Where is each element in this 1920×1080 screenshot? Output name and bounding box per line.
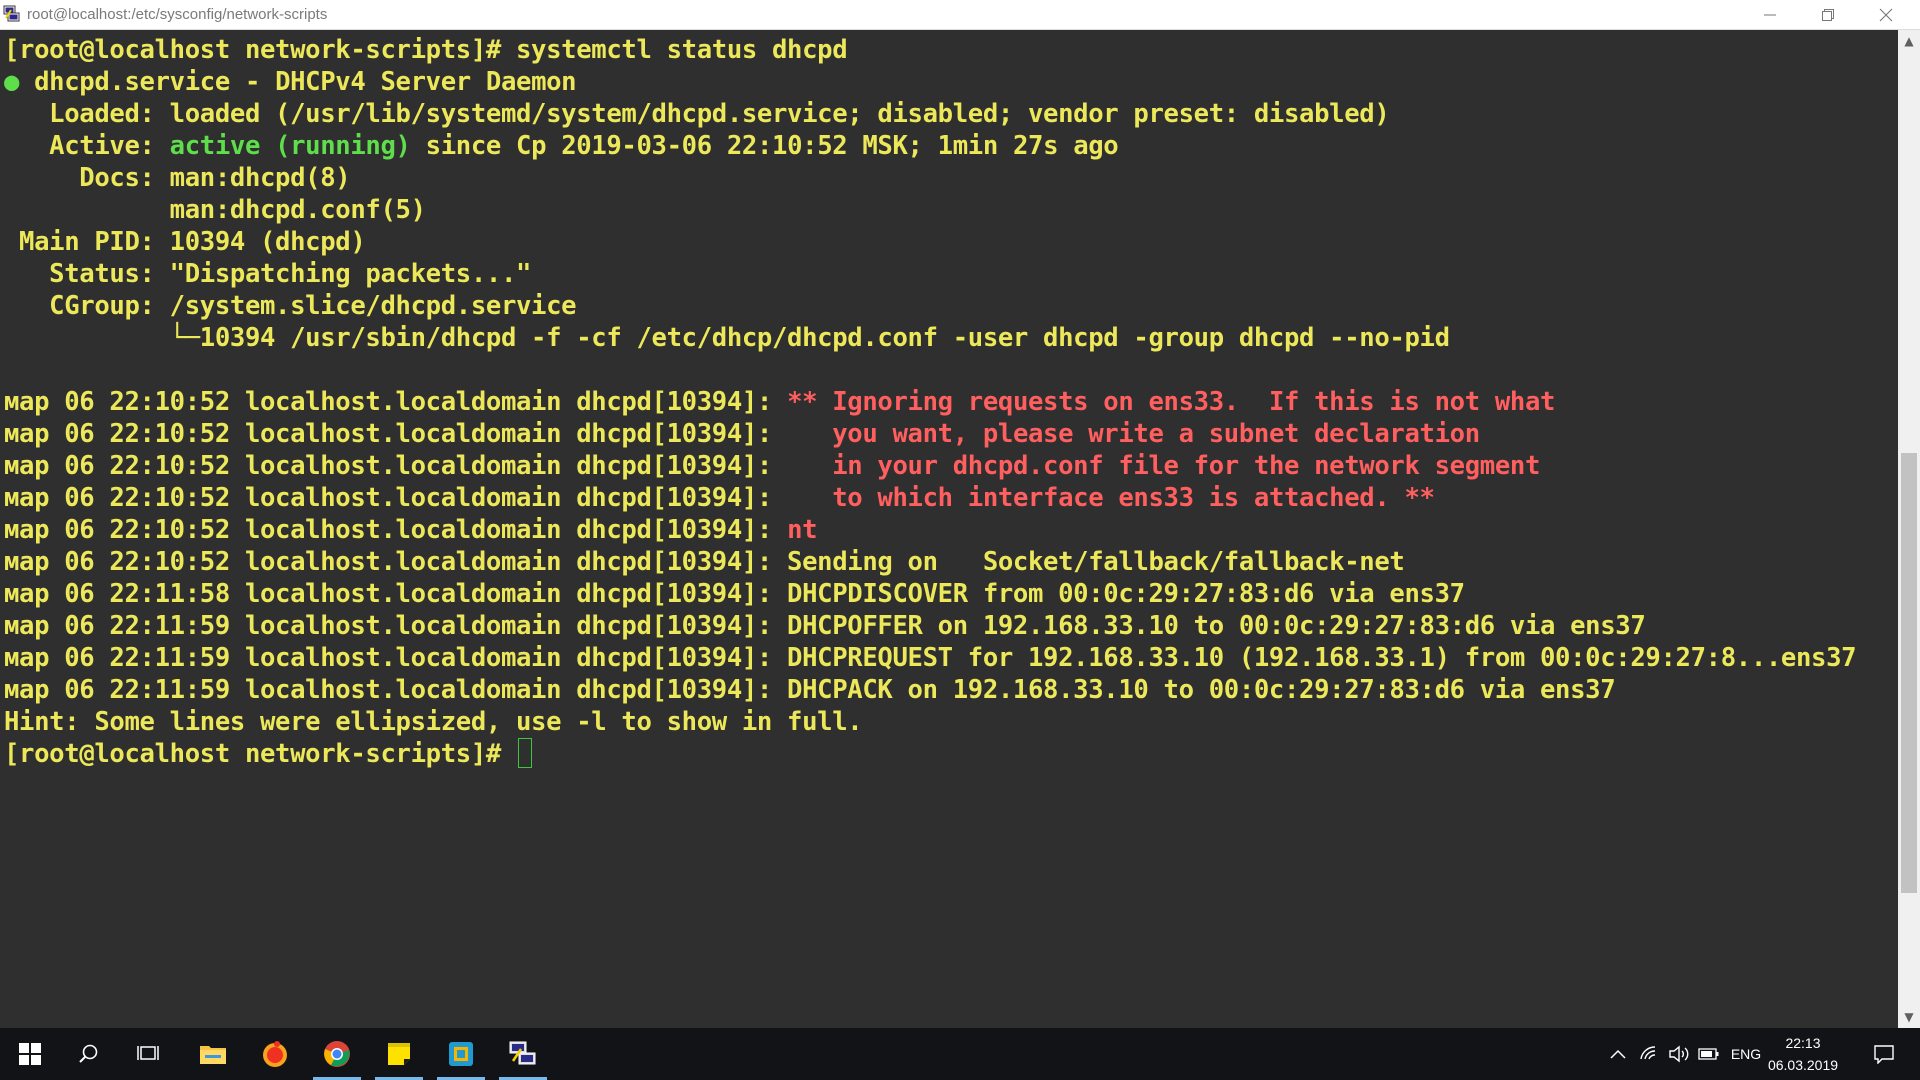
- terminal-line: мар 06 22:10:52 localhost.localdomain dh…: [4, 386, 1555, 418]
- terminal-line: Hint: Some lines were ellipsized, use -l…: [4, 706, 863, 738]
- terminal-text-segment: Loaded: loaded (/usr/lib/systemd/system/…: [4, 99, 1390, 129]
- terminal-line: Loaded: loaded (/usr/lib/systemd/system/…: [4, 98, 1390, 130]
- terminal-text-segment: [root@localhost network-scripts]#: [4, 739, 516, 769]
- terminal-line: [root@localhost network-scripts]# system…: [4, 34, 848, 66]
- terminal-text-segment: мар 06 22:11:59 localhost.localdomain dh…: [4, 675, 1616, 705]
- terminal-line: мар 06 22:10:52 localhost.localdomain dh…: [4, 546, 1405, 578]
- scrollbar-thumb[interactable]: [1901, 452, 1917, 893]
- terminal-text-segment: ●: [4, 67, 35, 97]
- terminal-line: мар 06 22:11:59 localhost.localdomain dh…: [4, 642, 1857, 674]
- terminal-line: мар 06 22:10:52 localhost.localdomain dh…: [4, 482, 1435, 514]
- terminal-line: Main PID: 10394 (dhcpd): [4, 226, 366, 258]
- terminal-text-segment: ** Ignoring requests on ens33. If this i…: [787, 387, 1556, 417]
- clock-time: 22:13: [1785, 1035, 1821, 1051]
- terminal-text-segment: мар 06 22:10:52 localhost.localdomain dh…: [4, 515, 788, 545]
- terminal-line: man:dhcpd.conf(5): [4, 194, 426, 226]
- sticky-notes-icon[interactable]: [371, 1028, 427, 1080]
- restore-button[interactable]: [1799, 0, 1857, 29]
- terminal-line: мар 06 22:10:52 localhost.localdomain dh…: [4, 418, 1480, 450]
- clock[interactable]: 22:13 06.03.2019: [1758, 1032, 1848, 1076]
- terminal-text-segment: you want, please write a subnet declarat…: [787, 419, 1480, 449]
- terminal-text-segment: Active:: [4, 131, 170, 161]
- battery-icon[interactable]: [1694, 1028, 1724, 1080]
- terminal-text-segment: мар 06 22:10:52 localhost.localdomain dh…: [4, 387, 788, 417]
- windows-start-icon[interactable]: [2, 1028, 58, 1080]
- terminal-line: мар 06 22:10:52 localhost.localdomain dh…: [4, 450, 1540, 482]
- terminal-line: └─10394 /usr/sbin/dhcpd -f -cf /etc/dhcp…: [4, 322, 1450, 354]
- window-title-bar[interactable]: root@localhost:/etc/sysconfig/network-sc…: [0, 0, 1920, 30]
- terminal-text-segment: CGroup: /system.slice/dhcpd.service: [4, 291, 577, 321]
- terminal-text-segment: to which interface ens33 is attached. **: [787, 483, 1435, 513]
- terminal-text-segment: man:dhcpd.conf(5): [4, 195, 426, 225]
- terminal-output[interactable]: [root@localhost network-scripts]# system…: [0, 30, 1898, 1028]
- close-button[interactable]: [1857, 0, 1915, 29]
- terminal-text-segment: in your dhcpd.conf file for the network …: [787, 451, 1540, 481]
- minimize-button[interactable]: [1741, 0, 1799, 29]
- scroll-down-icon[interactable]: ▼: [1898, 1006, 1920, 1028]
- terminal-line: Active: active (running) since Ср 2019-0…: [4, 130, 1119, 162]
- terminal-text-segment: └─10394 /usr/sbin/dhcpd -f -cf /etc/dhcp…: [4, 323, 1450, 353]
- terminal-text-segment: мар 06 22:10:52 localhost.localdomain dh…: [4, 451, 788, 481]
- terminal-line: ● dhcpd.service - DHCPv4 Server Daemon: [4, 66, 577, 98]
- clock-date: 06.03.2019: [1767, 1057, 1839, 1073]
- vertical-scrollbar[interactable]: ▲ ▼: [1898, 30, 1920, 1028]
- putty-app-icon[interactable]: [3, 5, 21, 23]
- vmware-icon[interactable]: [433, 1028, 489, 1080]
- terminal-text-segment: since Ср 2019-03-06 22:10:52 MSK; 1min 2…: [410, 131, 1119, 161]
- chrome-icon[interactable]: [309, 1028, 365, 1080]
- window-title: root@localhost:/etc/sysconfig/network-sc…: [27, 6, 328, 23]
- terminal-text-segment: мар 06 22:11:58 localhost.localdomain dh…: [4, 579, 1465, 609]
- terminal-line: CGroup: /system.slice/dhcpd.service: [4, 290, 576, 322]
- terminal-text-segment: nt: [787, 515, 818, 545]
- wifi-icon[interactable]: [1634, 1028, 1664, 1080]
- minimize-icon: [1764, 14, 1776, 15]
- terminal-line: мар 06 22:10:52 localhost.localdomain dh…: [4, 514, 818, 546]
- terminal-cursor: [518, 738, 532, 768]
- terminal-line: Status: "Dispatching packets...": [4, 258, 531, 290]
- terminal-text-segment: Status: "Dispatching packets...": [4, 259, 532, 289]
- terminal-line: мар 06 22:11:58 localhost.localdomain dh…: [4, 578, 1465, 610]
- terminal-text-segment: [root@localhost network-scripts]# system…: [4, 35, 848, 65]
- terminal-text-segment: мар 06 22:10:52 localhost.localdomain dh…: [4, 547, 1405, 577]
- terminal-text-segment: мар 06 22:11:59 localhost.localdomain dh…: [4, 643, 1857, 673]
- scroll-up-icon[interactable]: ▲: [1898, 30, 1920, 52]
- terminal-text-segment: мар 06 22:10:52 localhost.localdomain dh…: [4, 483, 788, 513]
- taskbar: ENG 22:13 06.03.2019: [0, 1028, 1920, 1080]
- show-hidden-icons-icon[interactable]: [1604, 1028, 1632, 1080]
- terminal-text-segment: Hint: Some lines were ellipsized, use -l…: [4, 707, 863, 737]
- terminal-line: [root@localhost network-scripts]#: [4, 738, 532, 770]
- file-explorer-icon[interactable]: [185, 1028, 241, 1080]
- volume-icon[interactable]: [1664, 1028, 1694, 1080]
- terminal-line: Docs: man:dhcpd(8): [4, 162, 350, 194]
- terminal-line: мар 06 22:11:59 localhost.localdomain dh…: [4, 674, 1616, 706]
- putty-icon[interactable]: [495, 1028, 551, 1080]
- yandex-browser-icon[interactable]: [247, 1028, 303, 1080]
- terminal-text-segment: dhcpd.service - DHCPv4 Server Daemon: [34, 67, 577, 97]
- task-view-icon[interactable]: [121, 1028, 177, 1080]
- terminal-text-segment: active (running): [169, 131, 411, 161]
- terminal-text-segment: Main PID: 10394 (dhcpd): [4, 227, 366, 257]
- terminal-text-segment: мар 06 22:10:52 localhost.localdomain dh…: [4, 419, 788, 449]
- terminal-text-segment: Docs: man:dhcpd(8): [4, 163, 351, 193]
- restore-icon: [1822, 8, 1834, 21]
- search-icon[interactable]: [61, 1028, 117, 1080]
- terminal-line: мар 06 22:11:59 localhost.localdomain dh…: [4, 610, 1646, 642]
- action-center-icon[interactable]: [1864, 1028, 1904, 1080]
- close-icon: [1879, 8, 1893, 21]
- terminal-text-segment: мар 06 22:11:59 localhost.localdomain dh…: [4, 611, 1646, 641]
